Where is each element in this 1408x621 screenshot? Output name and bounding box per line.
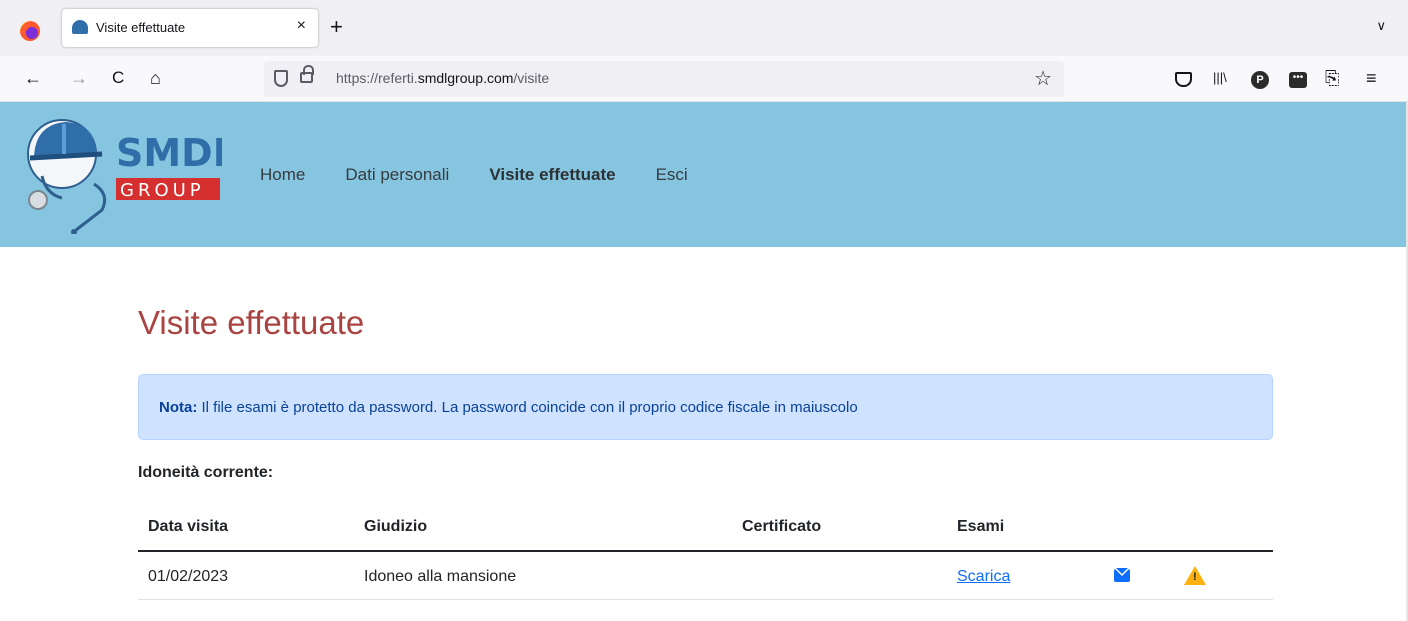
navigation-bar: ← → C ⌂ https://referti.smdlgroup.com/vi… — [0, 56, 1408, 102]
page-title: Visite effettuate — [138, 304, 365, 341]
envelope-icon[interactable] — [1114, 568, 1130, 582]
address-bar[interactable]: https://referti.smdlgroup.com/visite ☆ — [264, 61, 1064, 97]
dots-extension-icon[interactable]: ••• — [1289, 72, 1307, 88]
table-header-divider — [138, 550, 1273, 552]
lock-icon[interactable] — [300, 65, 314, 83]
column-header-esami: Esami — [957, 518, 1005, 535]
favicon-icon — [72, 20, 88, 34]
back-button[interactable]: ← — [24, 66, 42, 90]
section-heading: Idoneità corrente: — [138, 464, 274, 481]
library-icon[interactable]: |||\ — [1213, 67, 1227, 89]
nav-esci[interactable]: Esci — [656, 164, 688, 186]
tab-title: Visite effettuate — [96, 20, 186, 35]
tab-bar: Visite effettuate × + ∨ — [0, 0, 1408, 56]
firefox-icon[interactable] — [20, 21, 40, 41]
shield-icon[interactable] — [274, 70, 288, 87]
info-alert: Nota: Il file esami è protetto da passwo… — [138, 374, 1273, 440]
download-link[interactable]: Scarica — [957, 568, 1010, 585]
pocket-icon[interactable] — [1175, 72, 1192, 87]
cell-data-visita: 01/02/2023 — [148, 568, 229, 585]
nav-dati-personali[interactable]: Dati personali — [345, 164, 449, 186]
share-icon[interactable]: ⎘ — [1325, 67, 1339, 89]
star-icon[interactable]: ☆ — [1034, 66, 1052, 91]
note-text: Nota: Il file esami è protetto da passwo… — [159, 399, 858, 416]
warning-exclamation: ! — [1193, 571, 1197, 583]
column-header-certificato: Certificato — [742, 518, 822, 535]
home-button[interactable]: ⌂ — [150, 66, 161, 90]
close-icon[interactable]: × — [297, 17, 306, 35]
cell-giudizio: Idoneo alla mansione — [364, 568, 517, 585]
row-divider — [138, 599, 1273, 600]
new-tab-button[interactable]: + — [330, 16, 343, 38]
menu-icon[interactable]: ≡ — [1366, 67, 1377, 89]
nav-visite-effettuate[interactable]: Visite effettuate — [489, 164, 615, 186]
site-header: SMDL GROUP Home Dati personali Visite ef… — [0, 102, 1406, 247]
main-nav: Home Dati personali Visite effettuate Es… — [260, 164, 728, 186]
logo-group-text: GROUP — [120, 180, 205, 201]
note-label: Nota: — [159, 399, 198, 416]
p-extension-icon[interactable]: P — [1251, 71, 1269, 89]
column-header-data-visita: Data visita — [148, 518, 229, 535]
smdl-logo[interactable]: SMDL GROUP — [22, 114, 222, 234]
nav-home[interactable]: Home — [260, 164, 305, 186]
tab-visite[interactable]: Visite effettuate × — [62, 9, 318, 47]
reload-button[interactable]: C — [112, 66, 124, 90]
logo-smdl-text: SMDL — [116, 131, 222, 175]
forward-button[interactable]: → — [70, 66, 88, 90]
tab-list-button[interactable]: ∨ — [1376, 18, 1386, 34]
column-header-giudizio: Giudizio — [364, 518, 428, 535]
url-text[interactable]: https://referti.smdlgroup.com/visite — [336, 70, 549, 86]
